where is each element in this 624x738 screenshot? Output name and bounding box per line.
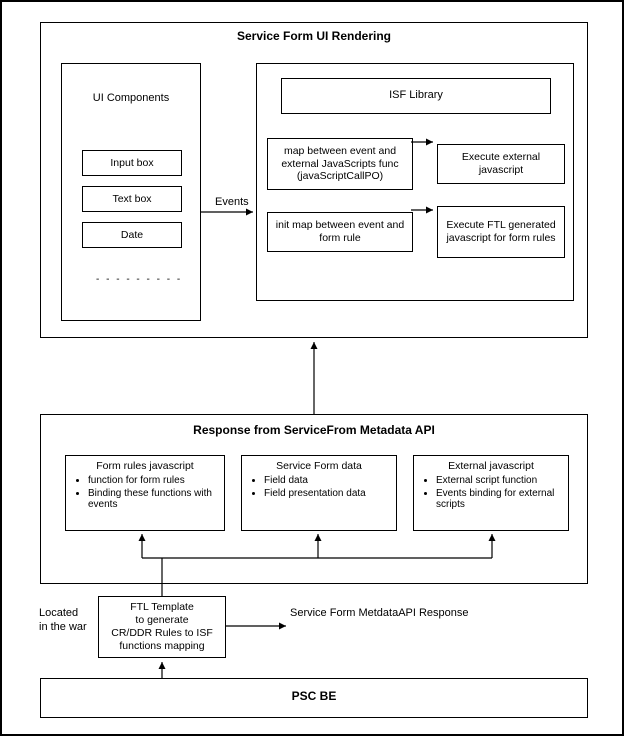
located-label: Located in the war (39, 606, 87, 635)
sf-data-bullet-1: Field presentation data (264, 488, 390, 499)
form-rules-title: Form rules javascript (72, 460, 218, 472)
ui-components-box: UI Components Input box Text box Date - … (61, 63, 201, 321)
service-form-data-card: Service Form data Field data Field prese… (241, 455, 397, 531)
sf-data-bullet-0: Field data (264, 475, 390, 486)
input-box-item: Input box (82, 150, 182, 176)
ext-js-bullet-1: Events binding for external scripts (436, 488, 562, 510)
service-form-data-list: Field data Field presentation data (248, 475, 390, 499)
ext-js-bullet-0: External script function (436, 475, 562, 486)
top-box-title: Service Form UI Rendering (41, 23, 587, 49)
form-rules-card: Form rules javascript function for form … (65, 455, 225, 531)
execute-ftl-box: Execute FTL generated javascript for for… (437, 206, 565, 258)
ui-components-title: UI Components (62, 64, 200, 118)
service-form-ui-rendering-box: Service Form UI Rendering UI Components … (40, 22, 588, 338)
response-metadata-api-box: Response from ServiceFrom Metadata API F… (40, 414, 588, 584)
external-js-card: External javascript External script func… (413, 455, 569, 531)
execute-external-box: Execute external javascript (437, 144, 565, 184)
date-item: Date (82, 222, 182, 248)
right-panel-box: ISF Library map between event and extern… (256, 63, 574, 301)
psc-be-title: PSC BE (41, 679, 587, 709)
init-map-form-rule-box: init map between event and form rule (267, 212, 413, 252)
events-label: Events (215, 196, 249, 208)
diagram-canvas: Service Form UI Rendering UI Components … (0, 0, 624, 736)
isf-library-box: ISF Library (281, 78, 551, 114)
form-rules-bullet-1: Binding these functions with events (88, 488, 218, 510)
form-rules-list: function for form rules Binding these fu… (72, 475, 218, 510)
service-form-data-title: Service Form data (248, 460, 390, 472)
metadata-response-label: Service Form MetdataAPI Response (290, 607, 469, 619)
external-js-title: External javascript (420, 460, 562, 472)
form-rules-bullet-0: function for form rules (88, 475, 218, 486)
psc-be-box: PSC BE (40, 678, 588, 718)
ftl-template-text: FTL Template to generate CR/DDR Rules to… (111, 601, 213, 654)
text-box-item: Text box (82, 186, 182, 212)
external-js-list: External script function Events binding … (420, 475, 562, 510)
ellipsis: - - - - - - - - - (96, 274, 182, 285)
map-event-external-box: map between event and external JavaScrip… (267, 138, 413, 190)
ftl-template-box: FTL Template to generate CR/DDR Rules to… (98, 596, 226, 658)
mid-box-title: Response from ServiceFrom Metadata API (41, 415, 587, 443)
